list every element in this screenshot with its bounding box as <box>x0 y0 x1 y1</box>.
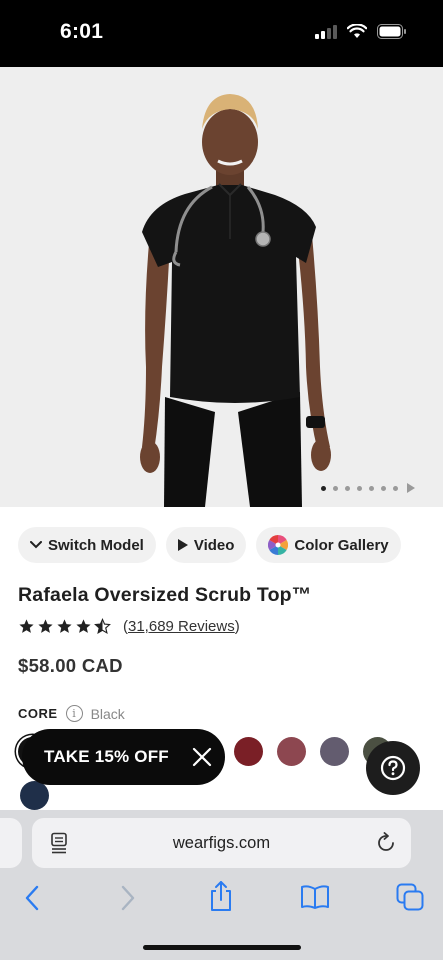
product-title: Rafaela Oversized Scrub Top™ <box>18 584 312 606</box>
browser-toolbar <box>0 880 443 920</box>
address-bar[interactable]: wearfigs.com <box>32 818 411 868</box>
video-button[interactable]: Video <box>165 527 247 563</box>
previous-tab-peek[interactable] <box>0 818 22 868</box>
status-icons <box>315 24 407 39</box>
product-image[interactable] <box>0 67 443 507</box>
home-indicator <box>143 945 301 950</box>
color-swatch-navy[interactable] <box>20 781 49 810</box>
close-icon[interactable] <box>191 746 213 768</box>
promo-banner[interactable]: TAKE 15% OFF <box>22 729 225 785</box>
carousel-dot[interactable] <box>369 485 374 491</box>
carousel-dot[interactable] <box>357 485 362 491</box>
reviews-close-paren: ) <box>234 618 240 635</box>
switch-model-button[interactable]: Switch Model <box>18 527 156 563</box>
star-icon <box>19 619 34 633</box>
question-icon <box>380 755 406 781</box>
media-pills: Switch Model Video Color Gallery <box>18 527 401 563</box>
color-gallery-button[interactable]: Color Gallery <box>256 527 401 563</box>
wifi-icon <box>347 24 367 38</box>
help-button[interactable] <box>366 741 420 795</box>
back-icon[interactable] <box>24 885 40 911</box>
star-half-icon <box>94 618 111 635</box>
star-icon <box>76 619 91 633</box>
signal-icon <box>315 24 337 39</box>
color-gallery-label: Color Gallery <box>294 536 389 554</box>
carousel-dot[interactable] <box>333 485 338 491</box>
color-swatch-rose[interactable] <box>277 737 306 766</box>
product-price: $58.00 CAD <box>18 655 123 676</box>
info-icon[interactable]: i <box>65 705 83 722</box>
star-rating <box>18 618 111 635</box>
tabs-icon[interactable] <box>396 883 424 911</box>
model-photo <box>140 94 331 507</box>
video-label: Video <box>193 536 235 554</box>
color-label: CORE i Black <box>18 705 125 722</box>
browser-bottom-bar: wearfigs.com <box>0 810 443 960</box>
color-swatch-graphite[interactable] <box>320 737 349 766</box>
switch-model-label: Switch Model <box>48 536 144 554</box>
reload-icon[interactable] <box>375 832 397 854</box>
star-icon <box>38 619 53 633</box>
status-time: 6:01 <box>60 20 104 43</box>
carousel-dot[interactable] <box>381 485 386 491</box>
carousel-dots[interactable] <box>321 483 415 493</box>
forward-icon[interactable] <box>120 885 136 911</box>
reviews-link[interactable]: (31,689 Reviews) <box>123 618 240 635</box>
carousel-dot[interactable] <box>321 485 326 491</box>
promo-label: TAKE 15% OFF <box>44 747 169 766</box>
color-collection: CORE <box>18 706 58 721</box>
status-bar: 6:01 <box>0 0 443 67</box>
chevron-down-icon <box>30 541 42 549</box>
star-icon <box>57 619 72 633</box>
color-swatch-burgundy[interactable] <box>234 737 263 766</box>
selected-color-name: Black <box>90 705 125 722</box>
carousel-dot[interactable] <box>345 485 350 491</box>
share-icon[interactable] <box>208 880 234 912</box>
battery-icon <box>377 24 406 39</box>
carousel-dot[interactable] <box>393 485 398 491</box>
url-text: wearfigs.com <box>172 834 271 852</box>
bookmarks-icon[interactable] <box>300 884 330 910</box>
play-icon <box>177 539 188 551</box>
color-wheel-icon <box>268 535 289 555</box>
reviews-count: 31,689 Reviews <box>128 618 235 635</box>
carousel-next-icon[interactable] <box>407 483 415 493</box>
rating-row: (31,689 Reviews) <box>18 618 240 635</box>
